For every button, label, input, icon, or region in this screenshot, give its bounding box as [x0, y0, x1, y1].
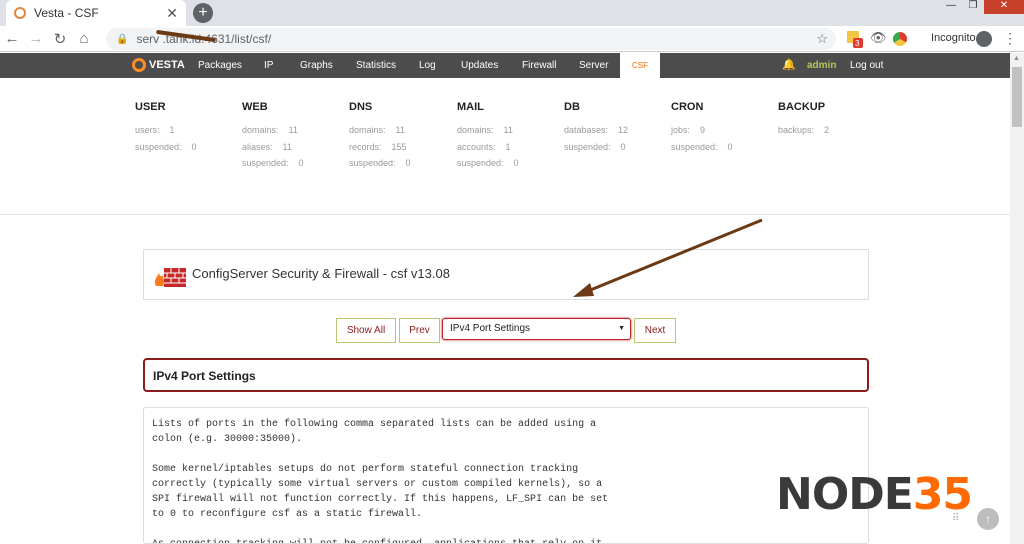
stat-row: backups: 2	[778, 125, 830, 135]
stat-row: suspended: 0	[671, 141, 733, 152]
stat-row: databases: 12	[564, 125, 629, 135]
drag-handle-icon[interactable]: ⠿	[952, 513, 959, 524]
section-select[interactable]: IPv4 Port Settings ▼	[442, 318, 631, 340]
stat-mail[interactable]: MAIL domains: 11 accounts: 1 suspended: 0	[457, 101, 519, 175]
firewall-flame-icon	[154, 268, 186, 287]
chevron-down-icon: ▼	[618, 325, 625, 332]
stat-title: DB	[564, 101, 580, 113]
nav-graphs[interactable]: Graphs	[300, 53, 333, 78]
browser-tabstrip: Vesta - CSF ✕ + — ❐ ✕	[0, 0, 1024, 26]
nav-statistics[interactable]: Statistics	[356, 53, 396, 78]
vesta-logo-icon	[132, 58, 146, 72]
vesta-logo[interactable]: VESTA	[132, 58, 185, 72]
restore-icon[interactable]: ❐	[962, 0, 984, 14]
stat-row: jobs: 9	[671, 125, 706, 135]
lock-icon[interactable]: 🔒	[116, 34, 128, 45]
stat-backup[interactable]: BACKUP backups: 2	[778, 101, 829, 142]
stat-row: suspended: 0	[564, 141, 626, 152]
stat-web[interactable]: WEB domains: 11 aliases: 11 suspended: 0	[242, 101, 304, 175]
stat-row: users: 1	[135, 125, 175, 135]
incognito-label: Incognito	[931, 32, 976, 44]
nav-updates[interactable]: Updates	[461, 53, 498, 78]
vesta-topnav: VESTA Packages IP Graphs Statistics Log …	[0, 53, 1010, 78]
nav-firewall[interactable]: Firewall	[522, 53, 556, 78]
bookmark-star-icon[interactable]: ☆	[816, 31, 828, 47]
address-bar[interactable]: 🔒 serv .tank.id:4631/list/csf/ ☆	[106, 28, 836, 50]
stat-title: WEB	[242, 101, 268, 113]
stat-row: suspended: 0	[242, 158, 304, 168]
stat-row: suspended: 0	[457, 158, 519, 168]
next-button[interactable]: Next	[634, 318, 676, 343]
stat-cron[interactable]: CRON jobs: 9 suspended: 0	[671, 101, 733, 158]
stat-title: DNS	[349, 101, 373, 113]
browser-tab[interactable]: Vesta - CSF ✕	[6, 0, 186, 26]
browser-menu-icon[interactable]: ⋮	[1003, 30, 1017, 47]
section-select-value: IPv4 Port Settings	[450, 323, 531, 334]
stat-title: USER	[135, 101, 166, 113]
stat-row: suspended: 0	[349, 158, 411, 168]
stat-title: BACKUP	[778, 101, 826, 113]
chrome-extension-icon[interactable]	[893, 32, 907, 46]
stat-row: records: 155	[349, 141, 407, 152]
stats-panel: USER users: 1 suspended: 0 WEB domains: 11 …	[0, 78, 1010, 215]
incognito-icon[interactable]	[976, 31, 992, 47]
logout-link[interactable]: Log out	[850, 53, 883, 78]
page-scrollbar[interactable]: ▲	[1010, 53, 1024, 544]
node35-watermark: NODE35	[776, 469, 973, 520]
nav-packages[interactable]: Packages	[198, 53, 242, 78]
home-icon[interactable]: ⌂	[72, 30, 96, 47]
reload-icon[interactable]: ↻	[48, 30, 72, 48]
eye-extension-icon[interactable]: 👁	[870, 30, 887, 46]
url-text: serv .tank.id:4631/list/csf/	[136, 29, 271, 46]
stat-row: suspended: 0	[135, 141, 197, 152]
window-controls: — ❐ ✕	[940, 0, 1024, 14]
user-link[interactable]: admin	[807, 53, 836, 78]
nav-log[interactable]: Log	[419, 53, 436, 78]
scroll-to-top-button[interactable]: ↑	[977, 508, 999, 530]
stat-row: accounts: 1	[457, 141, 511, 152]
tab-title: Vesta - CSF	[34, 6, 99, 20]
nav-csf[interactable]: CSF	[620, 53, 660, 78]
back-icon[interactable]: ←	[0, 30, 24, 47]
extension-badge: 3	[855, 39, 860, 48]
description-text: Lists of ports in the following comma se…	[152, 419, 609, 543]
new-tab-button[interactable]: +	[193, 3, 213, 23]
forward-icon[interactable]: →	[24, 30, 48, 47]
prev-button[interactable]: Prev	[399, 318, 440, 343]
stat-row: aliases: 11	[242, 141, 292, 152]
csf-title: ConfigServer Security & Firewall - csf v…	[192, 266, 450, 281]
extension-icon[interactable]: 3	[845, 30, 863, 50]
minimize-icon[interactable]: —	[940, 0, 962, 14]
section-heading: IPv4 Port Settings	[143, 358, 869, 392]
stat-user[interactable]: USER users: 1 suspended: 0	[135, 101, 197, 158]
stat-dns[interactable]: DNS domains: 11 records: 155 suspended: 0	[349, 101, 411, 175]
vesta-favicon-icon	[14, 7, 26, 19]
close-icon[interactable]: ✕	[166, 5, 178, 22]
csf-header-panel: ConfigServer Security & Firewall - csf v…	[143, 249, 869, 300]
stat-row: domains: 11	[242, 125, 298, 135]
nav-ip[interactable]: IP	[264, 53, 273, 78]
show-all-button[interactable]: Show All	[336, 318, 396, 343]
nav-server[interactable]: Server	[579, 53, 608, 78]
stat-db[interactable]: DB databases: 12 suspended: 0	[564, 101, 628, 158]
section-description: Lists of ports in the following comma se…	[143, 407, 869, 544]
stat-title: CRON	[671, 101, 704, 113]
scroll-thumb[interactable]	[1012, 67, 1022, 127]
window-close-icon[interactable]: ✕	[984, 0, 1024, 14]
stat-row: domains: 11	[349, 125, 405, 135]
logo-text: VESTA	[149, 59, 185, 71]
bell-icon[interactable]: 🔔	[782, 58, 796, 71]
scroll-up-icon[interactable]: ▲	[1013, 55, 1020, 62]
stat-title: MAIL	[457, 101, 484, 113]
stat-row: domains: 11	[457, 125, 513, 135]
